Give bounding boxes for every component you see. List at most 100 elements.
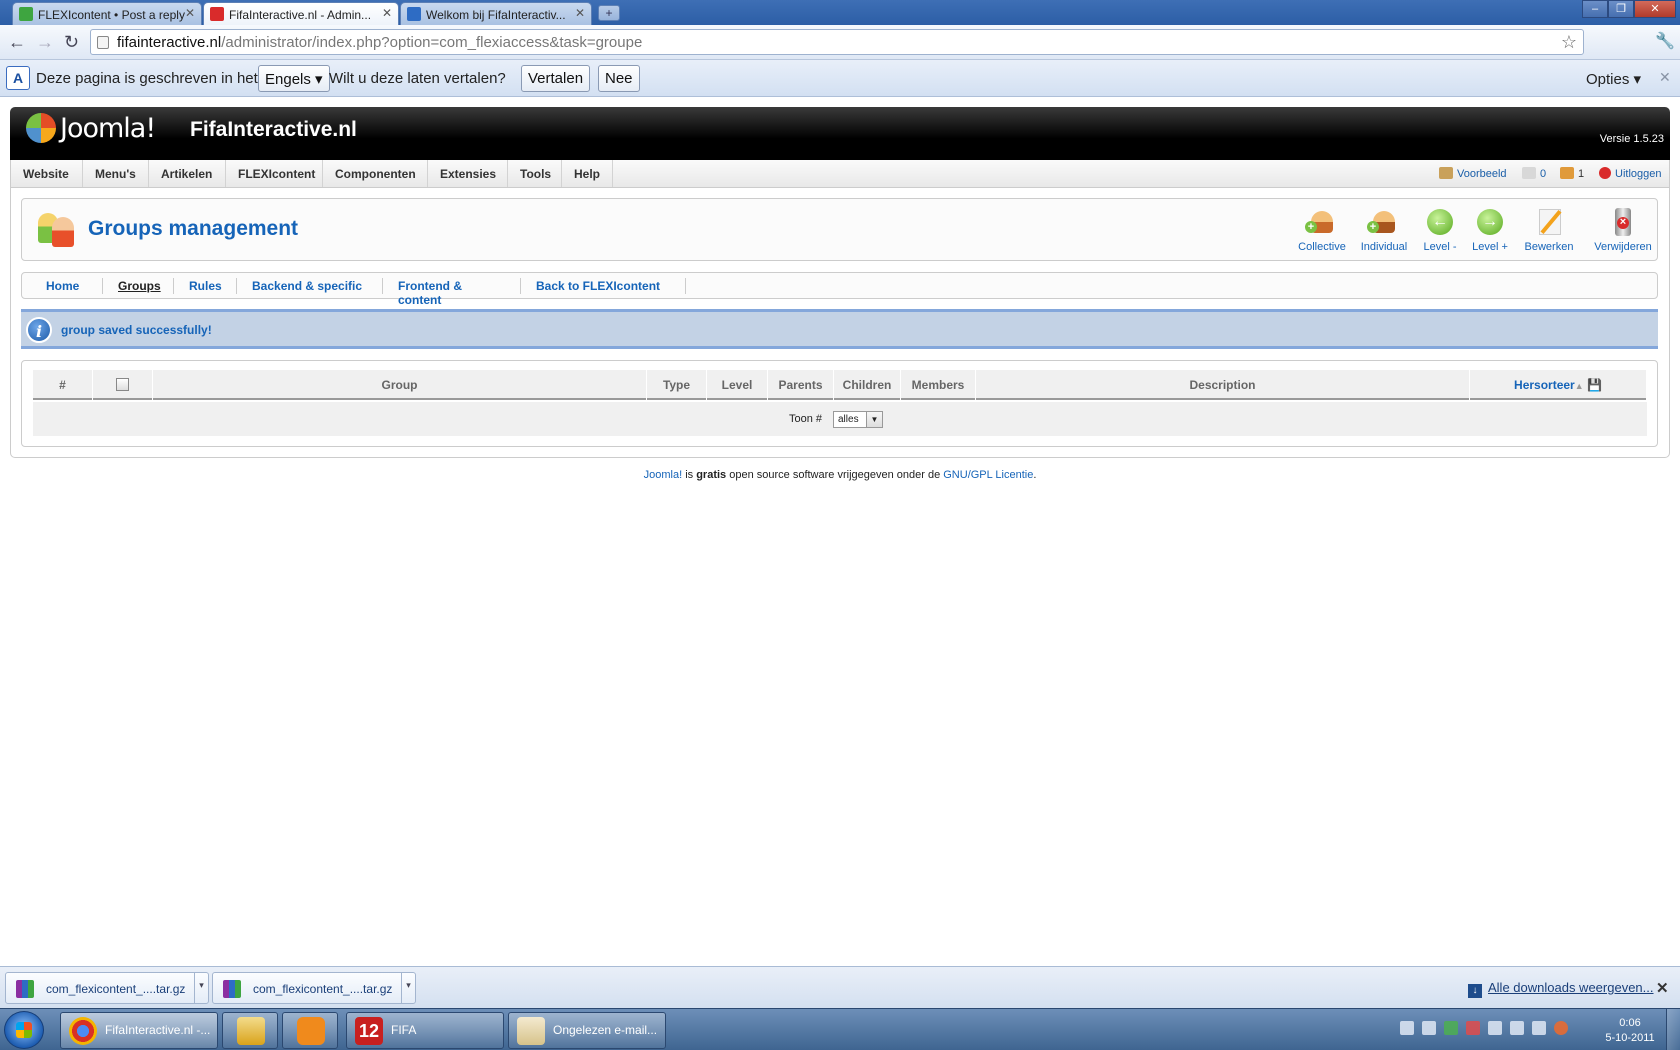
browser-tab-active[interactable]: FifaInteractive.nl - Admin... ✕	[203, 2, 399, 25]
new-tab-button[interactable]: +	[598, 5, 620, 21]
show-desktop-button[interactable]	[1666, 1009, 1680, 1050]
taskbar-item-media[interactable]	[282, 1012, 338, 1049]
menu-menus[interactable]: Menu's	[83, 160, 149, 187]
delete-icon	[1608, 207, 1638, 237]
delete-label: Verwijderen	[1594, 241, 1652, 253]
language-select[interactable]: Engels ▾	[258, 65, 330, 92]
tray-icon[interactable]	[1422, 1021, 1436, 1035]
browser-tab[interactable]: FLEXIcontent • Post a reply ✕	[12, 2, 202, 25]
tray-icon[interactable]	[1466, 1021, 1480, 1035]
individual-button[interactable]: Individual	[1352, 207, 1416, 253]
window-close-icon[interactable]: ✕	[1634, 0, 1676, 18]
minimize-icon[interactable]: –	[1582, 0, 1608, 18]
column-members[interactable]: Members	[901, 370, 976, 400]
bookmark-star-icon[interactable]: ☆	[1561, 32, 1577, 53]
wrench-icon[interactable]: 🔧	[1655, 31, 1675, 51]
volume-icon[interactable]	[1532, 1021, 1546, 1035]
menu-website[interactable]: Website	[11, 160, 83, 187]
preview-link[interactable]: Voorbeeld	[1439, 167, 1507, 180]
reload-icon[interactable]: ↻	[64, 32, 79, 53]
joomla-logo: Joomla!	[26, 113, 176, 149]
messages-count[interactable]: 0	[1522, 167, 1546, 180]
menu-flexicontent[interactable]: FLEXIcontent	[226, 160, 323, 187]
flexicontent-favicon-icon	[19, 7, 33, 21]
forward-icon[interactable]: →	[36, 32, 54, 53]
restore-icon[interactable]: ❐	[1608, 0, 1634, 18]
edit-button[interactable]: Bewerken	[1517, 207, 1581, 253]
media-player-icon	[297, 1017, 325, 1045]
users-count[interactable]: 1	[1560, 167, 1584, 180]
taskbar-item-explorer[interactable]	[222, 1012, 278, 1049]
save-order-icon[interactable]: 💾	[1587, 378, 1602, 392]
column-type[interactable]: Type	[647, 370, 707, 400]
back-icon[interactable]: ←	[8, 32, 26, 53]
column-level[interactable]: Level	[707, 370, 768, 400]
submenu-rules[interactable]: Rules	[174, 278, 237, 294]
close-icon[interactable]: ✕	[1656, 979, 1669, 997]
archive-icon	[16, 980, 34, 998]
browser-tab[interactable]: Welkom bij FifaInteractiv... ✕	[400, 2, 592, 25]
joomla-favicon-icon	[210, 7, 224, 21]
reorder-label: Hersorteer	[1514, 378, 1575, 392]
show-all-downloads-link[interactable]: ↓ Alle downloads weergeven...	[1468, 980, 1654, 998]
column-description[interactable]: Description	[976, 370, 1470, 400]
footer-is: is	[682, 469, 697, 481]
translate-button[interactable]: Vertalen	[521, 65, 591, 92]
info-icon: i	[26, 317, 52, 343]
windows-taskbar: FifaInteractive.nl -... 12 FIFA Ongeleze…	[0, 1008, 1680, 1050]
tray-icon[interactable]	[1444, 1021, 1458, 1035]
column-parents[interactable]: Parents	[768, 370, 834, 400]
taskbar-item-mail[interactable]: Ongelezen e-mail...	[508, 1012, 666, 1049]
menu-artikelen[interactable]: Artikelen	[149, 160, 226, 187]
menu-componenten[interactable]: Componenten	[323, 160, 428, 187]
tray-icon[interactable]	[1488, 1021, 1502, 1035]
joomla-header: Joomla! FifaInteractive.nl Versie 1.5.23	[10, 107, 1670, 167]
level-up-button[interactable]: → Level +	[1458, 207, 1522, 253]
site-favicon-icon	[407, 7, 421, 21]
download-filename: com_flexicontent_....tar.gz	[46, 982, 186, 996]
close-icon[interactable]: ✕	[1659, 69, 1671, 86]
tray-icon[interactable]	[1400, 1021, 1414, 1035]
license-link[interactable]: GNU/GPL Licentie	[943, 469, 1033, 481]
start-button[interactable]	[4, 1011, 44, 1049]
collective-button[interactable]: Collective	[1290, 207, 1354, 253]
no-translate-button[interactable]: Nee	[598, 65, 640, 92]
close-icon[interactable]: ✕	[185, 6, 195, 20]
close-icon[interactable]: ✕	[382, 6, 392, 20]
column-select-all	[93, 370, 153, 400]
network-icon[interactable]	[1510, 1021, 1524, 1035]
logout-link[interactable]: Uitloggen	[1599, 167, 1661, 180]
chevron-down-icon[interactable]: ▾	[401, 973, 415, 1003]
language-value: Engels	[265, 71, 311, 88]
menu-tools[interactable]: Tools	[508, 160, 562, 187]
submenu-groups[interactable]: Groups	[103, 278, 174, 294]
menu-extensies[interactable]: Extensies	[428, 160, 508, 187]
taskbar-item-fifa[interactable]: 12 FIFA	[346, 1012, 504, 1049]
footer-end: .	[1033, 469, 1037, 481]
joomla-link[interactable]: Joomla!	[644, 469, 683, 481]
download-item[interactable]: com_flexicontent_....tar.gz ▾	[5, 972, 209, 1004]
taskbar-item-chrome[interactable]: FifaInteractive.nl -...	[60, 1012, 218, 1049]
clock-time: 0:06	[1619, 1017, 1641, 1029]
select-all-checkbox[interactable]	[116, 378, 129, 391]
clock[interactable]: 0:06 5-10-2011	[1600, 1016, 1660, 1046]
delete-button[interactable]: Verwijderen	[1588, 207, 1658, 253]
display-limit-select[interactable]: alles ▼	[833, 411, 883, 428]
column-group[interactable]: Group	[153, 370, 647, 400]
submenu-backend-specific[interactable]: Backend & specific	[237, 278, 383, 294]
column-reorder[interactable]: Hersorteer▲ 💾	[1470, 370, 1647, 400]
submenu-back-to-flexicontent[interactable]: Back to FLEXIcontent	[521, 278, 686, 294]
footer-gratis: gratis	[696, 469, 727, 481]
column-children[interactable]: Children	[834, 370, 901, 400]
address-bar[interactable]: fifainteractive.nl/administrator/index.p…	[90, 29, 1584, 55]
submenu-home[interactable]: Home	[31, 278, 103, 294]
menu-help[interactable]: Help	[562, 160, 613, 187]
chrome-icon	[69, 1017, 97, 1045]
options-menu[interactable]: Opties ▾	[1586, 70, 1641, 88]
chevron-down-icon[interactable]: ▾	[194, 973, 208, 1003]
sub-menu: Home Groups Rules Backend & specific Fro…	[21, 272, 1658, 307]
tray-icon[interactable]	[1554, 1021, 1568, 1035]
close-icon[interactable]: ✕	[575, 6, 585, 20]
submenu-frontend-content[interactable]: Frontend & content	[383, 278, 521, 307]
download-item[interactable]: com_flexicontent_....tar.gz ▾	[212, 972, 416, 1004]
